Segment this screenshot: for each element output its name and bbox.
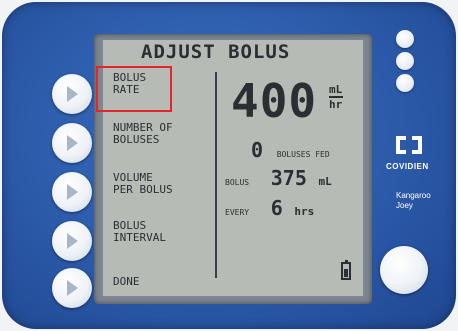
softkey-5-button[interactable] (52, 268, 92, 308)
bolus-volume-row: BOLUS 375 mL (225, 166, 332, 190)
battery-icon (341, 260, 351, 280)
main-round-button[interactable] (380, 246, 428, 294)
model-line-2: Joey (396, 201, 413, 210)
softkey-4-button[interactable] (52, 221, 92, 261)
menu-item-bolus-interval[interactable]: BOLUS INTERVAL (113, 220, 166, 244)
play-triangle-icon (67, 86, 78, 102)
bolus-volume-unit: mL (318, 175, 332, 188)
every-label: EVERY (225, 208, 250, 217)
softkey-2-button[interactable] (52, 123, 92, 163)
menu-item-done[interactable]: DONE (113, 276, 140, 288)
play-triangle-icon (67, 233, 78, 249)
boluses-fed-label: BOLUSES FED (276, 150, 330, 159)
model-line-1: Kangaroo (396, 191, 431, 200)
menu-item-line2: PER BOLUS (113, 183, 173, 196)
indicator-dot-3 (396, 74, 414, 92)
selection-highlight-box (96, 66, 172, 112)
play-triangle-icon (67, 135, 78, 151)
indicator-dot-2 (396, 52, 414, 70)
model-name: Kangaroo Joey (396, 191, 431, 211)
indicator-dot-1 (396, 30, 414, 48)
menu-item-line2: BOLUSES (113, 133, 160, 146)
every-value: 6 (270, 196, 283, 220)
covidien-logo-icon (396, 136, 422, 154)
brand-name: COVIDIEN (386, 162, 429, 171)
bolus-rate-value: 400 (231, 74, 318, 128)
boluses-fed-value: 0 (251, 138, 264, 162)
rate-unit-top: mL (329, 83, 343, 96)
menu-item-number-of-boluses[interactable]: NUMBER OF BOLUSES (113, 122, 173, 146)
bolus-volume-value: 375 (270, 166, 307, 190)
play-triangle-icon (67, 280, 78, 296)
screen-divider (215, 72, 217, 278)
menu-item-volume-per-bolus[interactable]: VOLUME PER BOLUS (113, 172, 173, 196)
screen-title: ADJUST BOLUS (141, 41, 291, 63)
bolus-label: BOLUS (225, 178, 250, 187)
menu-item-line1: DONE (113, 275, 140, 288)
rate-unit-bottom: hr (329, 98, 343, 111)
menu-item-line2: INTERVAL (113, 231, 166, 244)
battery-fill (344, 269, 348, 277)
softkey-3-button[interactable] (52, 172, 92, 212)
every-unit: hrs (294, 205, 315, 218)
bolus-interval-row: EVERY 6 hrs (225, 196, 314, 220)
softkey-1-button[interactable] (52, 74, 92, 114)
play-triangle-icon (67, 184, 78, 200)
boluses-fed-row: 0 BOLUSES FED (251, 138, 330, 162)
